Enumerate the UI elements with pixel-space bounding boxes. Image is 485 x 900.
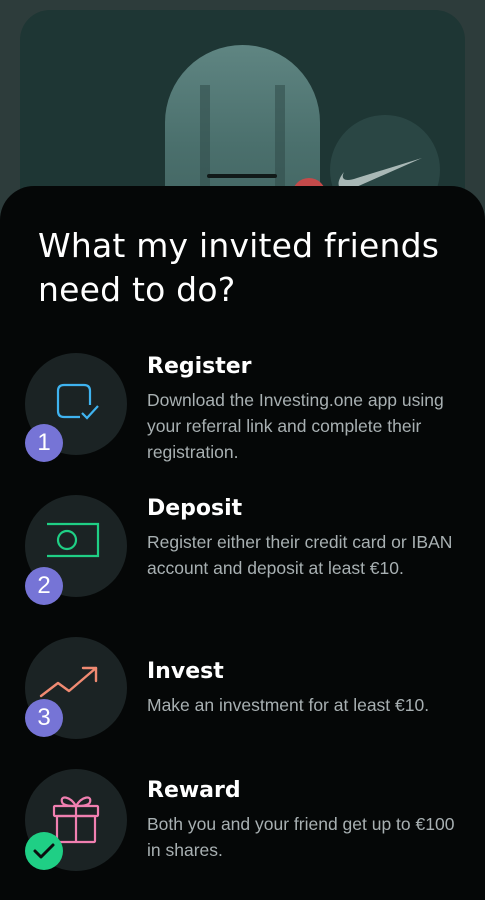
step-description: Register either their credit card or IBA…: [147, 532, 453, 578]
step-number-badge: 3: [25, 699, 63, 737]
check-icon: [33, 843, 55, 859]
completed-check-badge: [25, 832, 63, 870]
step-number-badge: 2: [25, 567, 63, 605]
step-title: Invest: [147, 659, 224, 684]
step-description: Both you and your friend get up to €100 …: [147, 814, 455, 860]
sheet-title: What my invited friends need to do?: [38, 226, 440, 309]
step-description: Download the Investing.one app using you…: [147, 390, 444, 462]
step-title: Register: [147, 354, 252, 379]
step-title: Reward: [147, 778, 241, 803]
sheet-drag-handle[interactable]: [207, 174, 277, 178]
bottom-sheet: What my invited friends need to do? 1 Re…: [0, 186, 485, 900]
step-number-badge: 1: [25, 424, 63, 462]
step-description: Make an investment for at least €10.: [147, 695, 430, 715]
step-title: Deposit: [147, 496, 243, 521]
